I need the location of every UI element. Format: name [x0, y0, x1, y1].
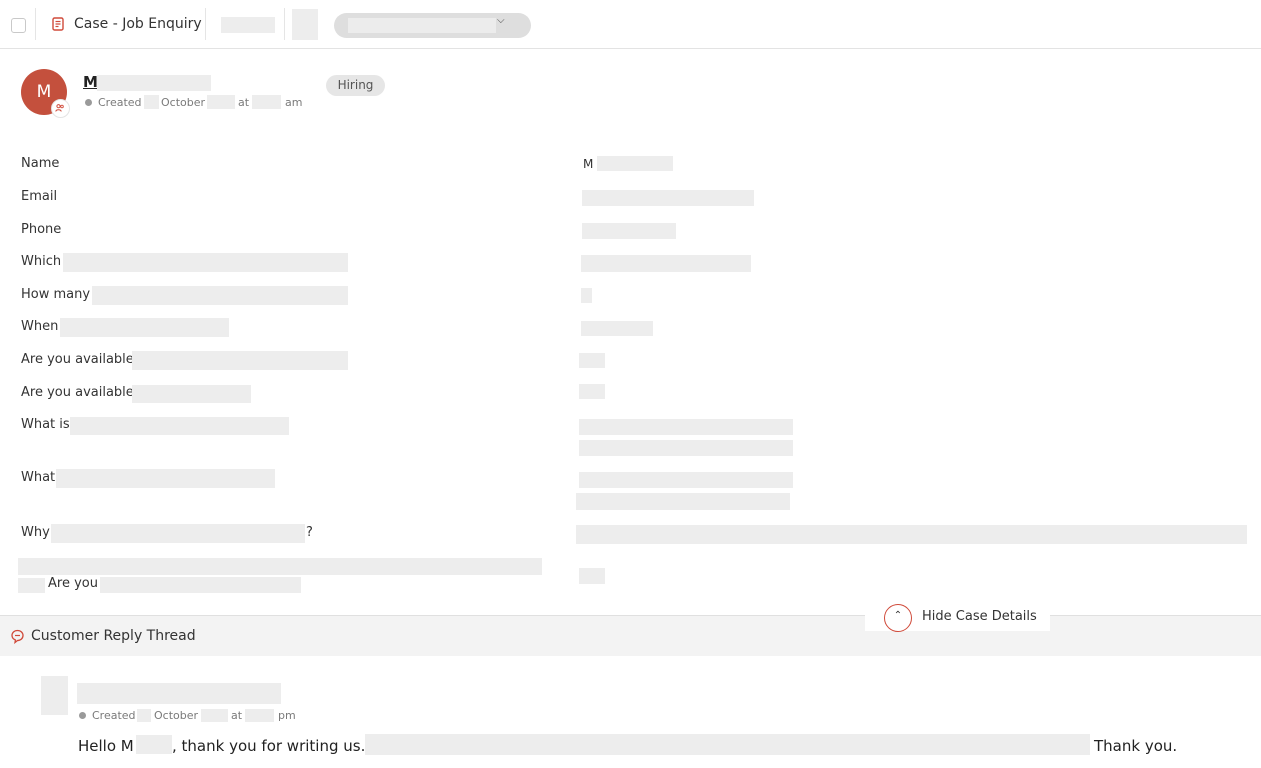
toolbar: Case - Job Enquiry ⌵ [0, 0, 1261, 49]
case-title: Case - Job Enquiry [74, 16, 202, 32]
contact-badge-icon [51, 99, 70, 118]
redacted-time [252, 95, 281, 109]
clock-icon [85, 99, 92, 106]
chevron-down-icon[interactable]: ⌵ [497, 15, 505, 26]
reply-created-ampm: pm [278, 709, 296, 722]
field-label: Why [21, 525, 50, 540]
field-label: Are you available [21, 385, 134, 400]
redacted-label-text [132, 385, 251, 403]
field-label: Email [21, 189, 58, 204]
field-label: What is [21, 417, 70, 432]
redacted-label-text [92, 286, 348, 305]
toolbar-divider [205, 8, 206, 40]
redacted-date [137, 709, 151, 722]
reply-created-month: October [154, 709, 199, 722]
redacted-label-text [70, 417, 289, 435]
people-icon [55, 104, 64, 112]
toolbar-divider [284, 8, 285, 40]
chat-bubbles-icon [11, 629, 24, 644]
redacted-label-text [18, 578, 45, 593]
redacted-date [207, 95, 235, 109]
redacted-date [201, 709, 228, 722]
dropdown-value [348, 18, 496, 33]
redacted-label-text [63, 253, 348, 272]
redacted-label-text [60, 318, 229, 337]
redacted-value [579, 419, 793, 435]
redacted-toolbar-button[interactable] [292, 9, 318, 40]
redacted-value [597, 156, 673, 171]
field-label: Are you [48, 576, 98, 591]
redacted-time [245, 709, 274, 722]
redacted-value [576, 525, 1247, 544]
avatar-initial: M [36, 82, 52, 102]
field-label-suffix: ? [306, 525, 313, 540]
reply-created-at: at [231, 709, 243, 722]
created-month: October [161, 96, 206, 109]
redacted-value [579, 384, 605, 399]
redacted-label-text [132, 351, 348, 370]
field-value: M [583, 157, 594, 171]
field-label: Are you available [21, 352, 134, 367]
select-checkbox[interactable] [11, 18, 26, 33]
redacted-value [579, 440, 793, 456]
field-label: How many [21, 287, 91, 302]
redacted-value[interactable] [582, 190, 754, 206]
redacted-reply-body [365, 734, 1090, 755]
reply-text: , thank you for writing us. [172, 737, 366, 755]
divider [0, 615, 1261, 616]
thread-title: Customer Reply Thread [31, 628, 196, 644]
redacted-name [136, 735, 172, 754]
created-at: at [238, 96, 250, 109]
field-label: When [21, 319, 59, 334]
field-label: What [21, 470, 56, 485]
redacted-label-text [56, 469, 275, 488]
redacted-value [581, 288, 592, 303]
field-label: Name [21, 156, 60, 171]
redacted-name [97, 75, 211, 91]
reply-closing: Thank you. [1094, 737, 1178, 755]
redacted-value [581, 255, 751, 272]
redacted-value [576, 493, 790, 510]
contact-name-link[interactable]: M [83, 73, 98, 91]
hide-case-details-label[interactable]: Hide Case Details [922, 609, 1037, 624]
redacted-toolbar-item[interactable] [221, 17, 275, 33]
redacted-label-text [51, 524, 305, 543]
field-label: Phone [21, 222, 62, 237]
created-label: Created [98, 96, 142, 109]
document-icon [52, 17, 64, 31]
chevron-up-icon[interactable]: ⌃ [884, 604, 912, 632]
redacted-date [144, 95, 159, 109]
reply-created-label: Created [92, 709, 136, 722]
redacted-label-text [18, 558, 542, 575]
redacted-value [579, 353, 605, 368]
reply-greeting: Hello M [78, 737, 134, 755]
toolbar-divider [35, 8, 36, 40]
redacted-reply-author [77, 683, 281, 704]
field-label: Which [21, 254, 62, 269]
redacted-label-text [100, 577, 301, 593]
redacted-value [579, 568, 605, 584]
redacted-value [579, 472, 793, 488]
status-badge: Hiring [326, 75, 385, 96]
redacted-value[interactable] [582, 223, 676, 239]
redacted-value [581, 321, 653, 336]
created-ampm: am [285, 96, 303, 109]
reply-avatar [41, 676, 68, 715]
clock-icon [79, 712, 86, 719]
